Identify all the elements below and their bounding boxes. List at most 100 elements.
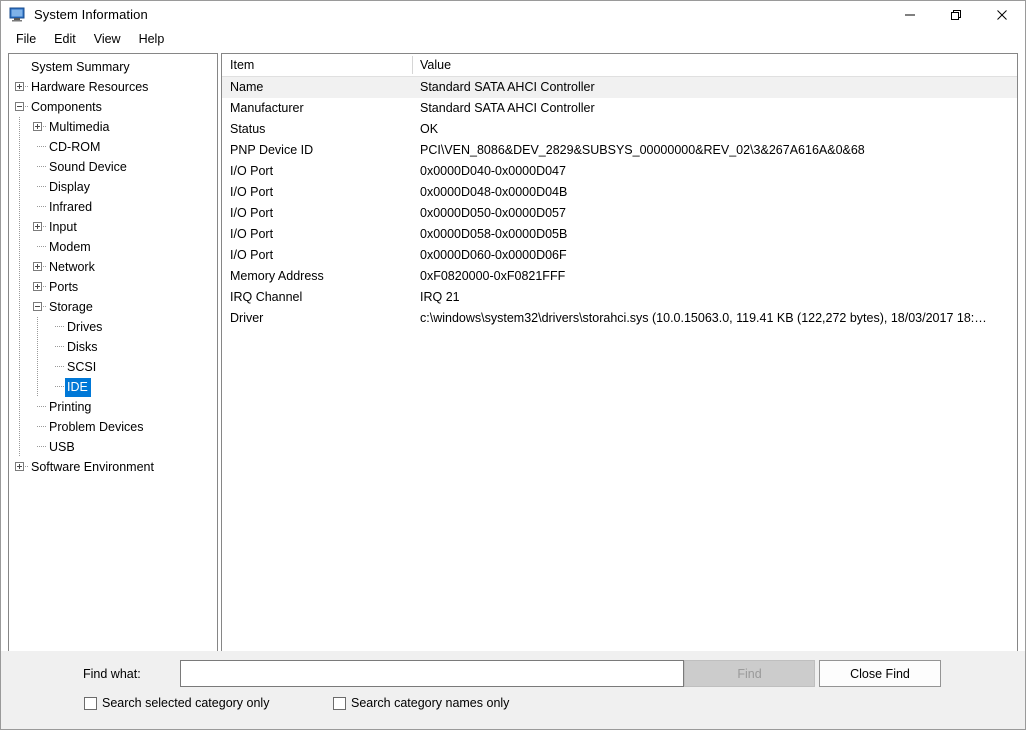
find-what-label: Find what: (83, 667, 141, 681)
search-category-names-checkbox-row[interactable]: Search category names only (333, 696, 509, 710)
tree-item-disks[interactable]: Disks (9, 337, 217, 357)
cell-item: I/O Port (230, 248, 274, 262)
cell-value: c:\windows\system32\drivers\storahci.sys… (420, 311, 987, 325)
tree-item-label: Sound Device (49, 160, 127, 175)
restore-icon[interactable] (933, 1, 979, 28)
cell-item: Status (230, 122, 266, 136)
tree-item-hardware-resources[interactable]: Hardware Resources (9, 77, 217, 97)
cell-item: Name (230, 80, 264, 94)
search-selected-category-checkbox-row[interactable]: Search selected category only (84, 696, 269, 710)
tree-item-scsi[interactable]: SCSI (9, 357, 217, 377)
tree-guide-line (37, 166, 47, 167)
cell-item: Memory Address (230, 269, 324, 283)
category-tree-panel[interactable]: System Summary Hardware Resources Componen… (8, 53, 218, 670)
search-input[interactable] (180, 660, 684, 687)
cell-item: I/O Port (230, 164, 274, 178)
find-bar: Find what: Find Close Find Search select… (1, 651, 1025, 729)
table-row[interactable]: PNP Device ID PCI\VEN_8086&DEV_2829&SUBSY… (222, 140, 1017, 161)
search-category-names-checkbox[interactable] (333, 696, 346, 710)
tree-item-multimedia[interactable]: Multimedia (9, 117, 217, 137)
cell-value: PCI\VEN_8086&DEV_2829&SUBSYS_00000000&RE… (420, 143, 865, 157)
menu-edit[interactable]: Edit (45, 30, 85, 49)
expand-icon[interactable] (33, 262, 42, 271)
tree-item-cd-rom[interactable]: CD-ROM (9, 137, 217, 157)
table-row[interactable]: Memory Address 0xF0820000-0xF0821FFF (222, 266, 1017, 287)
expand-icon[interactable] (33, 282, 42, 291)
search-selected-category-checkbox[interactable] (84, 696, 97, 710)
find-button[interactable]: Find (684, 660, 815, 687)
tree-item-label: Components (31, 100, 102, 115)
minimize-icon[interactable] (887, 1, 933, 28)
table-row[interactable]: I/O Port 0x0000D048-0x0000D04B (222, 182, 1017, 203)
tree-item-ports[interactable]: Ports (9, 277, 217, 297)
tree-item-infrared[interactable]: Infrared (9, 197, 217, 217)
cell-item: Driver (230, 311, 264, 325)
close-icon[interactable] (979, 1, 1025, 28)
table-row[interactable]: I/O Port 0x0000D050-0x0000D057 (222, 203, 1017, 224)
expand-icon[interactable] (33, 222, 42, 231)
table-row[interactable]: Manufacturer Standard SATA AHCI Controlle… (222, 98, 1017, 119)
column-header-value[interactable]: Value (412, 54, 1017, 76)
tree-item-drives[interactable]: Drives (9, 317, 217, 337)
tree-guide-line (19, 137, 20, 157)
tree-guide-line (37, 406, 47, 407)
tree-guide-line (55, 366, 65, 367)
tree-item-printing[interactable]: Printing (9, 397, 217, 417)
tree-guide-line (37, 206, 47, 207)
tree-item-usb[interactable]: USB (9, 437, 217, 457)
tree-item-components[interactable]: Components (9, 97, 217, 117)
tree-guide-line (19, 397, 20, 417)
details-list-panel[interactable]: Item Value Name Standard SATA AHCI Contro… (221, 53, 1018, 670)
table-row[interactable]: Driver c:\windows\system32\drivers\storah… (222, 308, 1017, 329)
close-find-button[interactable]: Close Find (819, 660, 941, 687)
table-row[interactable]: I/O Port 0x0000D040-0x0000D047 (222, 161, 1017, 182)
tree-item-sound-device[interactable]: Sound Device (9, 157, 217, 177)
menu-view[interactable]: View (85, 30, 130, 49)
menu-file[interactable]: File (7, 30, 45, 49)
search-category-names-label: Search category names only (351, 696, 510, 710)
tree-item-label: CD-ROM (49, 140, 101, 155)
table-row[interactable]: Status OK (222, 119, 1017, 140)
window-controls (887, 1, 1025, 28)
tree-item-input[interactable]: Input (9, 217, 217, 237)
tree-guide-line (19, 317, 20, 337)
menu-help[interactable]: Help (130, 30, 174, 49)
tree-guide-line (19, 377, 20, 397)
table-row[interactable]: IRQ Channel IRQ 21 (222, 287, 1017, 308)
tree-item-ide[interactable]: IDE (9, 377, 217, 398)
tree-guide-line (19, 297, 20, 317)
tree-guide-line (19, 437, 20, 457)
cell-value: 0x0000D048-0x0000D04B (420, 185, 568, 199)
tree-item-system-summary[interactable]: System Summary (9, 57, 217, 77)
tree-guide-line (19, 217, 20, 237)
tree-item-problem-devices[interactable]: Problem Devices (9, 417, 217, 437)
expand-icon[interactable] (33, 122, 42, 131)
expand-icon[interactable] (15, 462, 24, 471)
tree-item-software-environment[interactable]: Software Environment (9, 457, 217, 477)
tree-item-modem[interactable]: Modem (9, 237, 217, 257)
collapse-icon[interactable] (15, 102, 24, 111)
cell-item: I/O Port (230, 185, 274, 199)
cell-item: IRQ Channel (230, 290, 303, 304)
cell-value: 0x0000D058-0x0000D05B (420, 227, 568, 241)
expand-icon[interactable] (15, 82, 24, 91)
tree-item-network[interactable]: Network (9, 257, 217, 277)
system-information-window: System Information File Edit View Help S… (0, 0, 1026, 730)
column-header-item[interactable]: Item (222, 54, 412, 76)
tree-guide-line (37, 426, 47, 427)
tree-item-label: Network (49, 260, 95, 275)
tree-guide-line (37, 446, 47, 447)
tree-guide-line (19, 337, 20, 357)
table-row[interactable]: Name Standard SATA AHCI Controller (222, 77, 1017, 98)
tree-item-storage[interactable]: Storage (9, 297, 217, 317)
cell-value: Standard SATA AHCI Controller (420, 101, 595, 115)
collapse-icon[interactable] (33, 302, 42, 311)
tree-guide-line (37, 317, 38, 337)
tree-guide-line (19, 357, 20, 377)
tree-item-display[interactable]: Display (9, 177, 217, 197)
table-row[interactable]: I/O Port 0x0000D060-0x0000D06F (222, 245, 1017, 266)
tree-guide-line (55, 386, 65, 387)
tree-guide-line (19, 237, 20, 257)
table-row[interactable]: I/O Port 0x0000D058-0x0000D05B (222, 224, 1017, 245)
cell-value: 0x0000D060-0x0000D06F (420, 248, 567, 262)
